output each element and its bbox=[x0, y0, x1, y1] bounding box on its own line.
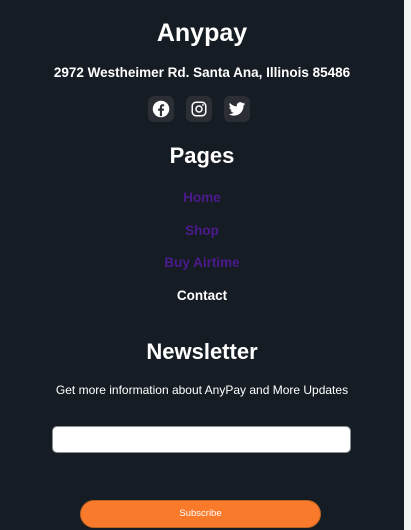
instagram-icon bbox=[191, 101, 207, 117]
newsletter-email-input[interactable] bbox=[52, 426, 351, 453]
newsletter-heading: Newsletter bbox=[146, 339, 258, 364]
facebook-icon bbox=[152, 100, 170, 118]
address-text: 2972 Westheimer Rd. Santa Ana, Illinois … bbox=[53, 65, 351, 80]
subscribe-button[interactable]: Subscribe bbox=[80, 500, 321, 528]
brand-title: Anypay bbox=[156, 19, 248, 47]
facebook-link[interactable] bbox=[148, 96, 174, 122]
pages-heading: Pages bbox=[169, 143, 235, 168]
nav-link-contact[interactable]: Contact bbox=[0, 287, 404, 305]
twitter-icon bbox=[228, 102, 246, 116]
twitter-link[interactable] bbox=[224, 96, 250, 122]
social-links bbox=[148, 96, 250, 122]
nav-link-shop[interactable]: Shop bbox=[0, 222, 404, 240]
instagram-link[interactable] bbox=[186, 96, 212, 122]
newsletter-description: Get more information about AnyPay and Mo… bbox=[55, 383, 349, 397]
site-footer: Anypay 2972 Westheimer Rd. Santa Ana, Il… bbox=[0, 0, 404, 530]
nav-link-buy-airtime[interactable]: Buy Airtime bbox=[0, 254, 404, 272]
scrollbar-track[interactable] bbox=[404, 0, 411, 530]
nav-link-home[interactable]: Home bbox=[0, 189, 404, 207]
